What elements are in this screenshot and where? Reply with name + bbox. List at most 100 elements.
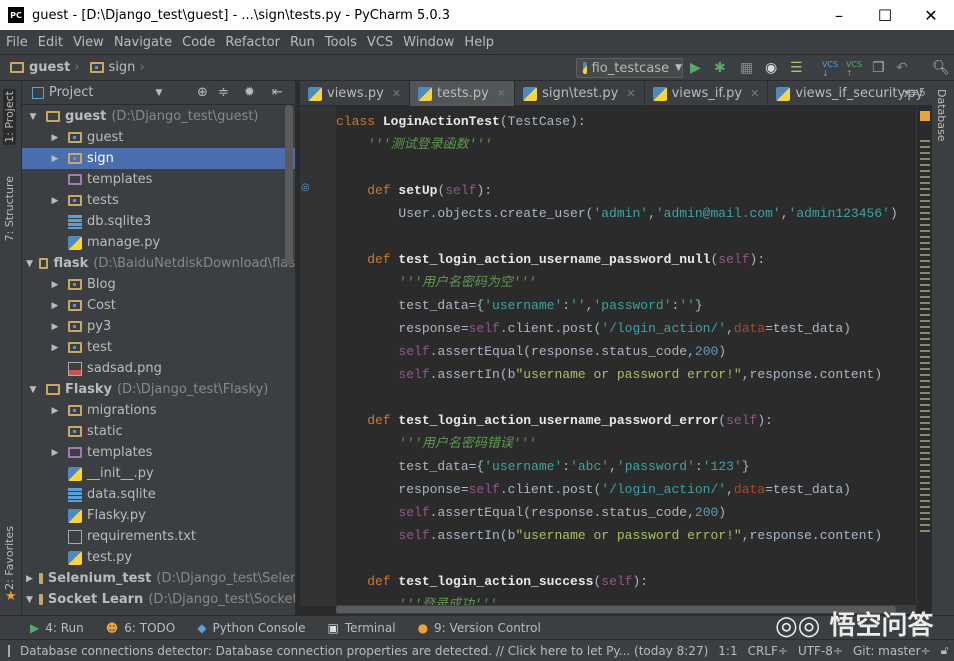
tree-item[interactable]: ▶ Cost <box>22 295 295 316</box>
tab-views-py[interactable]: views.py ✕ <box>300 81 411 106</box>
close-tab-icon[interactable]: ✕ <box>392 87 401 100</box>
tree-item[interactable]: requirements.txt <box>22 526 295 547</box>
tool-terminal[interactable]: ▣ Terminal <box>328 621 396 635</box>
status-message[interactable]: Database connections detector: Database … <box>20 644 708 658</box>
menu-code[interactable]: Code <box>182 35 215 50</box>
close-tab-icon[interactable]: ✕ <box>497 87 506 100</box>
tree-item[interactable]: test.py <box>22 547 295 568</box>
git-branch[interactable]: Git: master÷ <box>853 644 931 658</box>
tree-item[interactable]: ▼ Flasky (D:\Django_test\Flasky) <box>22 379 295 400</box>
tree-item[interactable]: data.sqlite <box>22 484 295 505</box>
collapsed-arrow-icon[interactable]: ▶ <box>48 280 62 290</box>
menu-help[interactable]: Help <box>464 35 494 50</box>
profile-icon[interactable]: ◉ <box>765 60 777 76</box>
collapsed-arrow-icon[interactable]: ▶ <box>48 448 62 458</box>
tool-tab-structure[interactable]: 7: Structure <box>3 176 16 241</box>
status-toggle-icon[interactable] <box>8 644 10 657</box>
tool-9-version-control[interactable]: ● 9: Version Control <box>418 621 541 635</box>
tool-6-todo[interactable]: ☻ 6: TODO <box>106 621 175 635</box>
tree-item[interactable]: ▶ test <box>22 337 295 358</box>
hide-panel-icon[interactable]: ⇤ <box>272 85 283 100</box>
warning-indicator-icon[interactable] <box>920 111 930 121</box>
menu-file[interactable]: File <box>6 35 28 50</box>
tabs-overflow[interactable]: ▾≡5 <box>904 86 926 99</box>
menu-navigate[interactable]: Navigate <box>114 35 172 50</box>
menu-window[interactable]: Window <box>403 35 454 50</box>
vcs-commit-icon[interactable]: VCS ↑ <box>846 60 862 78</box>
lock-icon[interactable]: 🔓︎ <box>941 643 949 658</box>
expanded-arrow-icon[interactable]: ▼ <box>26 259 33 269</box>
tool-python-console[interactable]: ◆ Python Console <box>197 621 305 635</box>
expanded-arrow-icon[interactable]: ▼ <box>26 595 33 605</box>
collapsed-arrow-icon[interactable]: ▶ <box>48 154 62 164</box>
coverage-icon[interactable]: ▦ <box>740 60 753 76</box>
close-tab-icon[interactable]: ✕ <box>750 87 759 100</box>
override-marker-icon[interactable]: ◎ <box>301 182 310 193</box>
tree-item[interactable]: ▼ Socket Learn (D:\Django_test\Socket <box>22 589 295 610</box>
tree-item[interactable]: __init__.py <box>22 463 295 484</box>
tree-item[interactable]: db.sqlite3 <box>22 211 295 232</box>
tab-sign-test-py[interactable]: sign\test.py ✕ <box>515 81 645 106</box>
tool-4-run[interactable]: ▶ 4: Run <box>30 621 84 635</box>
line-separator[interactable]: CRLF÷ <box>748 644 788 658</box>
menu-run[interactable]: Run <box>290 35 315 50</box>
tab-tests-py[interactable]: tests.py ✕ <box>410 81 516 106</box>
chevron-down-icon[interactable]: ▼ <box>155 88 162 98</box>
revert-icon[interactable]: ↶ <box>896 60 908 76</box>
tree-item[interactable]: ▼ guest (D:\Django_test\guest) <box>22 106 295 127</box>
tree-item[interactable]: ▶ sign <box>22 148 295 169</box>
collapsed-arrow-icon[interactable]: ▶ <box>48 133 62 143</box>
collapsed-arrow-icon[interactable]: ▶ <box>48 343 62 353</box>
tool-tab-project[interactable]: 1: Project <box>3 89 16 145</box>
tree-item[interactable]: ▶ Selenium_test (D:\Django_test\Seleni <box>22 568 295 589</box>
encoding[interactable]: UTF-8÷ <box>798 644 843 658</box>
collapsed-arrow-icon[interactable]: ▶ <box>26 574 33 584</box>
concurrency-icon[interactable]: ☰ <box>790 60 803 76</box>
tool-tab-favorites[interactable]: 2: Favorites <box>3 526 16 590</box>
collapsed-arrow-icon[interactable]: ▶ <box>48 196 62 206</box>
tab-views-if-py[interactable]: views_if.py ✕ <box>645 81 769 106</box>
tree-item[interactable]: static <box>22 421 295 442</box>
run-icon[interactable]: ▶ <box>690 60 701 76</box>
menu-tools[interactable]: Tools <box>325 35 357 50</box>
breadcrumb-sign[interactable]: sign › <box>89 60 145 75</box>
close-button[interactable]: ✕ <box>908 0 954 30</box>
tree-item[interactable]: ▶ guest <box>22 127 295 148</box>
menu-vcs[interactable]: VCS <box>367 35 393 50</box>
menu-view[interactable]: View <box>73 35 104 50</box>
project-scrollbar[interactable] <box>285 105 293 265</box>
collapsed-arrow-icon[interactable]: ▶ <box>48 406 62 416</box>
search-icon[interactable]: 🔍︎ <box>932 60 950 76</box>
menu-edit[interactable]: Edit <box>38 35 63 50</box>
tree-item[interactable]: Flasky.py <box>22 505 295 526</box>
caret-position[interactable]: 1:1 <box>718 644 737 658</box>
gear-icon[interactable]: ✹ <box>244 85 255 100</box>
tree-item[interactable]: manage.py <box>22 232 295 253</box>
debug-icon[interactable]: ✱ <box>714 60 726 76</box>
run-configuration-select[interactable]: fio_testcase ▼ <box>576 58 683 78</box>
tree-item[interactable]: ▶ tests <box>22 190 295 211</box>
menu-refactor[interactable]: Refactor <box>225 35 280 50</box>
code-editor[interactable]: class LoginActionTest(TestCase): '''测试登录… <box>336 110 916 610</box>
locate-icon[interactable]: ⊕ <box>197 85 208 100</box>
tree-item[interactable]: templates <box>22 169 295 190</box>
tree-item[interactable]: ▶ migrations <box>22 400 295 421</box>
vcs-compare-icon[interactable]: ❐ <box>872 60 885 76</box>
breadcrumb-guest[interactable]: guest › <box>10 60 80 75</box>
project-view-select[interactable]: Project <box>49 85 93 100</box>
tree-item[interactable]: ▼ flask (D:\BaiduNetdiskDownload\flas <box>22 253 295 274</box>
expanded-arrow-icon[interactable]: ▼ <box>26 112 40 122</box>
maximize-button[interactable]: ☐ <box>862 0 908 30</box>
minimize-button[interactable]: – <box>816 0 862 30</box>
collapse-all-icon[interactable]: ≑ <box>218 85 229 100</box>
vcs-update-icon[interactable]: VCS ↓ <box>822 60 838 78</box>
collapsed-arrow-icon[interactable]: ▶ <box>48 322 62 332</box>
tool-tab-database[interactable]: Database <box>935 89 948 142</box>
expanded-arrow-icon[interactable]: ▼ <box>26 385 40 395</box>
tree-item[interactable]: sadsad.png <box>22 358 295 379</box>
close-tab-icon[interactable]: ✕ <box>626 87 635 100</box>
tree-item[interactable]: ▶ Blog <box>22 274 295 295</box>
tree-item[interactable]: ▶ templates <box>22 442 295 463</box>
tree-item[interactable]: ▶ py3 <box>22 316 295 337</box>
collapsed-arrow-icon[interactable]: ▶ <box>48 301 62 311</box>
